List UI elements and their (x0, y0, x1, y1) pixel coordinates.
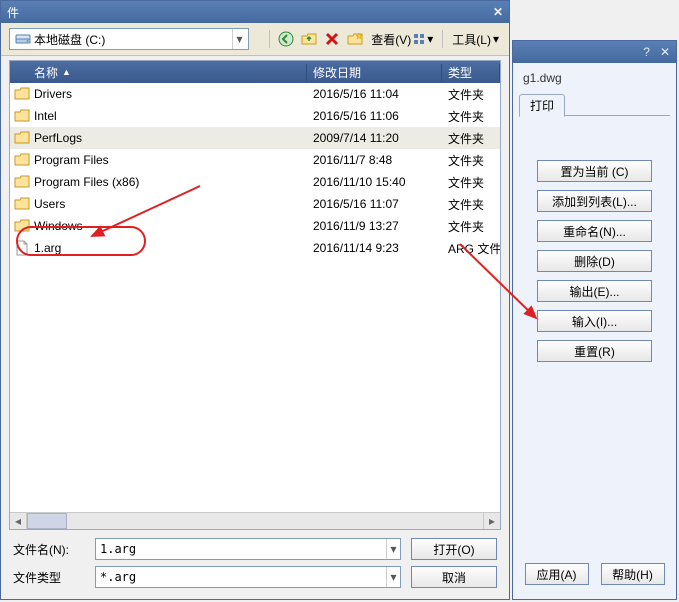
file-type: 文件夹 (442, 86, 500, 103)
folder-icon (14, 130, 30, 146)
close-icon[interactable]: ✕ (493, 5, 503, 19)
file-type: ARG 文件 (442, 240, 500, 257)
filename-label: 文件名(N): (13, 541, 85, 558)
folder-icon (14, 152, 30, 168)
file-row[interactable]: PerfLogs 2009/7/14 11:20文件夹 (10, 127, 500, 149)
delete-button[interactable]: 删除(D) (537, 250, 652, 272)
bg-filename: g1.dwg (519, 67, 670, 93)
bg-titlebar: ? ✕ (513, 41, 676, 63)
file-name: Users (34, 197, 65, 211)
file-date: 2016/11/7 8:48 (307, 153, 442, 167)
file-name: PerfLogs (34, 131, 82, 145)
up-folder-icon[interactable] (300, 30, 318, 48)
chevron-down-icon: ▾ (427, 32, 433, 46)
file-date: 2016/5/16 11:06 (307, 109, 442, 123)
chevron-down-icon: ▾ (493, 32, 499, 46)
drive-icon (15, 31, 31, 47)
folder-icon (14, 218, 30, 234)
file-row[interactable]: Program Files 2016/11/7 8:48文件夹 (10, 149, 500, 171)
add-to-list-button[interactable]: 添加到列表(L)... (537, 190, 652, 212)
new-folder-icon[interactable] (346, 30, 364, 48)
tools-menu[interactable]: 工具(L) ▾ (450, 30, 501, 49)
back-icon[interactable] (277, 30, 295, 48)
import-button[interactable]: 输入(I)... (537, 310, 652, 332)
file-date: 2016/11/14 9:23 (307, 241, 442, 255)
file-row[interactable]: Program Files (x86) 2016/11/10 15:40文件夹 (10, 171, 500, 193)
reset-button[interactable]: 重置(R) (537, 340, 652, 362)
file-row[interactable]: Windows 2016/11/9 13:27文件夹 (10, 215, 500, 237)
rename-button[interactable]: 重命名(N)... (537, 220, 652, 242)
file-name: Windows (34, 219, 83, 233)
filename-input[interactable] (96, 539, 386, 559)
file-date: 2016/11/9 13:27 (307, 219, 442, 233)
file-icon (14, 240, 30, 256)
scroll-left-icon[interactable]: ◂ (10, 513, 27, 529)
filename-field[interactable]: ▾ (95, 538, 401, 560)
folder-icon (14, 196, 30, 212)
folder-icon (14, 174, 30, 190)
location-input[interactable] (34, 30, 232, 48)
chevron-down-icon[interactable]: ▾ (232, 29, 246, 49)
filetype-input[interactable] (96, 567, 386, 587)
set-current-button[interactable]: 置为当前 (C) (537, 160, 652, 182)
view-menu[interactable]: 查看(V) ▾ (369, 30, 435, 49)
file-name: 1.arg (34, 241, 61, 255)
file-type: 文件夹 (442, 152, 500, 169)
file-list[interactable]: Drivers2016/5/16 11:04文件夹Intel2016/5/16 … (10, 83, 500, 512)
file-name: Program Files (34, 153, 109, 167)
toolbar: ▾ 查看(V) ▾ 工具(L) (1, 23, 509, 56)
apply-button[interactable]: 应用(A) (525, 563, 589, 585)
location-combo[interactable]: ▾ (9, 28, 249, 50)
file-name: Intel (34, 109, 57, 123)
file-row[interactable]: Drivers 2016/5/16 11:04文件夹 (10, 83, 500, 105)
dialog-title: 件 (7, 4, 19, 21)
close-icon[interactable]: ✕ (660, 45, 670, 59)
file-date: 2009/7/14 11:20 (307, 131, 442, 145)
file-name: Drivers (34, 87, 72, 101)
horizontal-scrollbar[interactable]: ◂ ▸ (10, 512, 500, 529)
filetype-label: 文件类型 (13, 569, 85, 586)
file-row[interactable]: Intel 2016/5/16 11:06文件夹 (10, 105, 500, 127)
page-setup-panel: ? ✕ g1.dwg 打印 置为当前 (C) 添加到列表(L)... 重命名(N… (512, 40, 677, 600)
folder-icon (14, 86, 30, 102)
view-grid-icon (413, 33, 425, 45)
scroll-right-icon[interactable]: ▸ (483, 513, 500, 529)
file-name: Program Files (x86) (34, 175, 139, 189)
file-date: 2016/5/16 11:04 (307, 87, 442, 101)
help-icon[interactable]: ? (643, 45, 650, 59)
column-name[interactable]: 名称 ▲ (28, 64, 307, 81)
delete-icon[interactable] (323, 30, 341, 48)
file-type: 文件夹 (442, 218, 500, 235)
sort-asc-icon: ▲ (62, 67, 71, 77)
open-button[interactable]: 打开(O) (411, 538, 497, 560)
file-type: 文件夹 (442, 108, 500, 125)
file-type: 文件夹 (442, 174, 500, 191)
cancel-button[interactable]: 取消 (411, 566, 497, 588)
file-row[interactable]: 1.arg 2016/11/14 9:23ARG 文件 (10, 237, 500, 259)
file-date: 2016/11/10 15:40 (307, 175, 442, 189)
column-type[interactable]: 类型 (442, 64, 500, 81)
file-row[interactable]: Users 2016/5/16 11:07文件夹 (10, 193, 500, 215)
tab-print[interactable]: 打印 (519, 94, 565, 117)
column-date[interactable]: 修改日期 (307, 64, 442, 81)
dialog-titlebar: 件 ✕ (1, 1, 509, 23)
chevron-down-icon[interactable]: ▾ (386, 539, 400, 559)
chevron-down-icon[interactable]: ▾ (386, 567, 400, 587)
column-header: 名称 ▲ 修改日期 类型 (10, 61, 500, 83)
file-open-dialog: 件 ✕ ▾ 查看(V) (0, 0, 510, 600)
help-button[interactable]: 帮助(H) (601, 563, 665, 585)
file-type: 文件夹 (442, 196, 500, 213)
filetype-field[interactable]: ▾ (95, 566, 401, 588)
export-button[interactable]: 输出(E)... (537, 280, 652, 302)
file-date: 2016/5/16 11:07 (307, 197, 442, 211)
file-type: 文件夹 (442, 130, 500, 147)
scrollbar-thumb[interactable] (27, 513, 67, 529)
folder-icon (14, 108, 30, 124)
